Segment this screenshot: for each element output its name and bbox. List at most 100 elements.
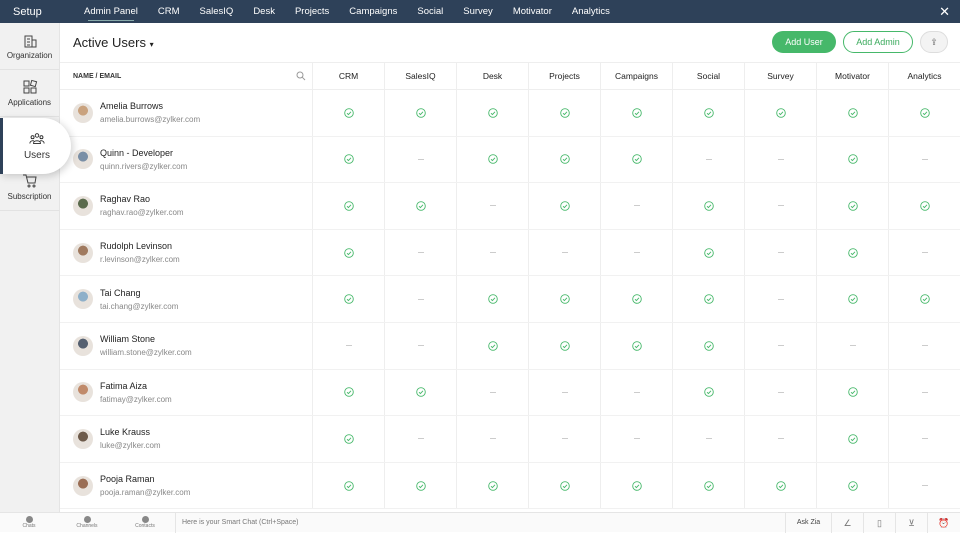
access-cell-projects[interactable]: [528, 416, 600, 462]
access-cell-crm[interactable]: [312, 370, 384, 416]
nav-tab-admin-panel[interactable]: Admin Panel: [84, 2, 138, 21]
nav-tab-survey[interactable]: Survey: [463, 2, 493, 21]
access-cell-salesiq[interactable]: [384, 276, 456, 322]
nav-tab-desk[interactable]: Desk: [253, 2, 275, 21]
access-cell-survey[interactable]: [744, 463, 816, 509]
access-cell-projects[interactable]: [528, 323, 600, 369]
nav-tab-projects[interactable]: Projects: [295, 2, 329, 21]
user-name[interactable]: Fatima Aiza: [100, 381, 172, 391]
table-row[interactable]: Amelia Burrowsamelia.burrows@zylker.com: [60, 90, 960, 137]
access-cell-crm[interactable]: [312, 276, 384, 322]
access-cell-social[interactable]: [672, 230, 744, 276]
access-cell-campaigns[interactable]: [600, 276, 672, 322]
access-cell-social[interactable]: [672, 370, 744, 416]
access-cell-desk[interactable]: [456, 463, 528, 509]
access-cell-salesiq[interactable]: [384, 183, 456, 229]
access-cell-social[interactable]: [672, 276, 744, 322]
access-cell-motivator[interactable]: [816, 463, 888, 509]
access-cell-desk[interactable]: [456, 370, 528, 416]
access-cell-motivator[interactable]: [816, 323, 888, 369]
access-cell-crm[interactable]: [312, 323, 384, 369]
channels-button[interactable]: Channels: [58, 516, 116, 529]
access-cell-motivator[interactable]: [816, 370, 888, 416]
export-button[interactable]: ⇪: [920, 31, 948, 53]
access-cell-survey[interactable]: [744, 230, 816, 276]
nav-tab-crm[interactable]: CRM: [158, 2, 180, 21]
table-row[interactable]: Tai Changtai.chang@zylker.com: [60, 276, 960, 323]
sidebar-item-applications[interactable]: Applications: [0, 70, 59, 117]
access-cell-projects[interactable]: [528, 276, 600, 322]
nav-tab-campaigns[interactable]: Campaigns: [349, 2, 397, 21]
access-cell-desk[interactable]: [456, 276, 528, 322]
access-cell-analytics[interactable]: [888, 137, 960, 183]
user-name[interactable]: Quinn - Developer: [100, 148, 187, 158]
access-cell-motivator[interactable]: [816, 416, 888, 462]
access-cell-crm[interactable]: [312, 416, 384, 462]
table-row[interactable]: Quinn - Developerquinn.rivers@zylker.com: [60, 137, 960, 184]
sidebar-item-users[interactable]: Users: [0, 118, 71, 174]
access-cell-projects[interactable]: [528, 230, 600, 276]
table-row[interactable]: William Stonewilliam.stone@zylker.com: [60, 323, 960, 370]
user-name[interactable]: Rudolph Levinson: [100, 241, 180, 251]
nav-tab-motivator[interactable]: Motivator: [513, 2, 552, 21]
access-cell-salesiq[interactable]: [384, 416, 456, 462]
access-cell-salesiq[interactable]: [384, 463, 456, 509]
table-row[interactable]: Rudolph Levinsonr.levinson@zylker.com: [60, 230, 960, 277]
user-name[interactable]: William Stone: [100, 334, 192, 344]
access-cell-survey[interactable]: [744, 90, 816, 136]
ask-zia-button[interactable]: Ask Zia: [785, 513, 831, 533]
access-cell-projects[interactable]: [528, 183, 600, 229]
sidebar-item-organization[interactable]: Organization: [0, 23, 59, 70]
access-cell-desk[interactable]: [456, 90, 528, 136]
access-cell-salesiq[interactable]: [384, 230, 456, 276]
chats-button[interactable]: Chats: [0, 516, 58, 529]
access-cell-motivator[interactable]: [816, 276, 888, 322]
access-cell-survey[interactable]: [744, 276, 816, 322]
access-cell-social[interactable]: [672, 323, 744, 369]
access-cell-desk[interactable]: [456, 183, 528, 229]
access-cell-desk[interactable]: [456, 230, 528, 276]
access-cell-salesiq[interactable]: [384, 323, 456, 369]
user-name[interactable]: Luke Krauss: [100, 427, 161, 437]
access-cell-survey[interactable]: [744, 183, 816, 229]
access-cell-campaigns[interactable]: [600, 370, 672, 416]
access-cell-crm[interactable]: [312, 137, 384, 183]
search-icon[interactable]: [296, 71, 306, 81]
access-cell-social[interactable]: [672, 416, 744, 462]
access-cell-desk[interactable]: [456, 416, 528, 462]
access-cell-social[interactable]: [672, 137, 744, 183]
access-cell-desk[interactable]: [456, 137, 528, 183]
user-name[interactable]: Amelia Burrows: [100, 101, 200, 111]
access-cell-campaigns[interactable]: [600, 416, 672, 462]
access-cell-social[interactable]: [672, 183, 744, 229]
table-row[interactable]: Luke Kraussluke@zylker.com: [60, 416, 960, 463]
download-icon[interactable]: ⊻: [895, 513, 927, 533]
user-name[interactable]: Tai Chang: [100, 288, 178, 298]
smart-chat-input[interactable]: Here is your Smart Chat (Ctrl+Space): [175, 513, 785, 533]
access-cell-survey[interactable]: [744, 370, 816, 416]
nav-tab-salesiq[interactable]: SalesIQ: [200, 2, 234, 21]
alarm-icon[interactable]: ⏰: [927, 513, 960, 533]
table-row[interactable]: Fatima Aizafatimay@zylker.com: [60, 370, 960, 417]
access-cell-motivator[interactable]: [816, 90, 888, 136]
access-cell-analytics[interactable]: [888, 90, 960, 136]
user-name[interactable]: Raghav Rao: [100, 194, 184, 204]
access-cell-projects[interactable]: [528, 370, 600, 416]
table-row[interactable]: Raghav Raoraghav.rao@zylker.com: [60, 183, 960, 230]
access-cell-crm[interactable]: [312, 463, 384, 509]
access-cell-campaigns[interactable]: [600, 230, 672, 276]
user-name[interactable]: Pooja Raman: [100, 474, 190, 484]
access-cell-analytics[interactable]: [888, 323, 960, 369]
access-cell-analytics[interactable]: [888, 230, 960, 276]
access-cell-desk[interactable]: [456, 323, 528, 369]
access-cell-projects[interactable]: [528, 90, 600, 136]
close-icon[interactable]: ✕: [939, 4, 950, 20]
access-cell-crm[interactable]: [312, 230, 384, 276]
access-cell-analytics[interactable]: [888, 370, 960, 416]
add-user-button[interactable]: Add User: [772, 31, 836, 53]
nav-tab-analytics[interactable]: Analytics: [572, 2, 610, 21]
access-cell-salesiq[interactable]: [384, 370, 456, 416]
access-cell-survey[interactable]: [744, 323, 816, 369]
add-admin-button[interactable]: Add Admin: [843, 31, 913, 53]
access-cell-analytics[interactable]: [888, 463, 960, 509]
